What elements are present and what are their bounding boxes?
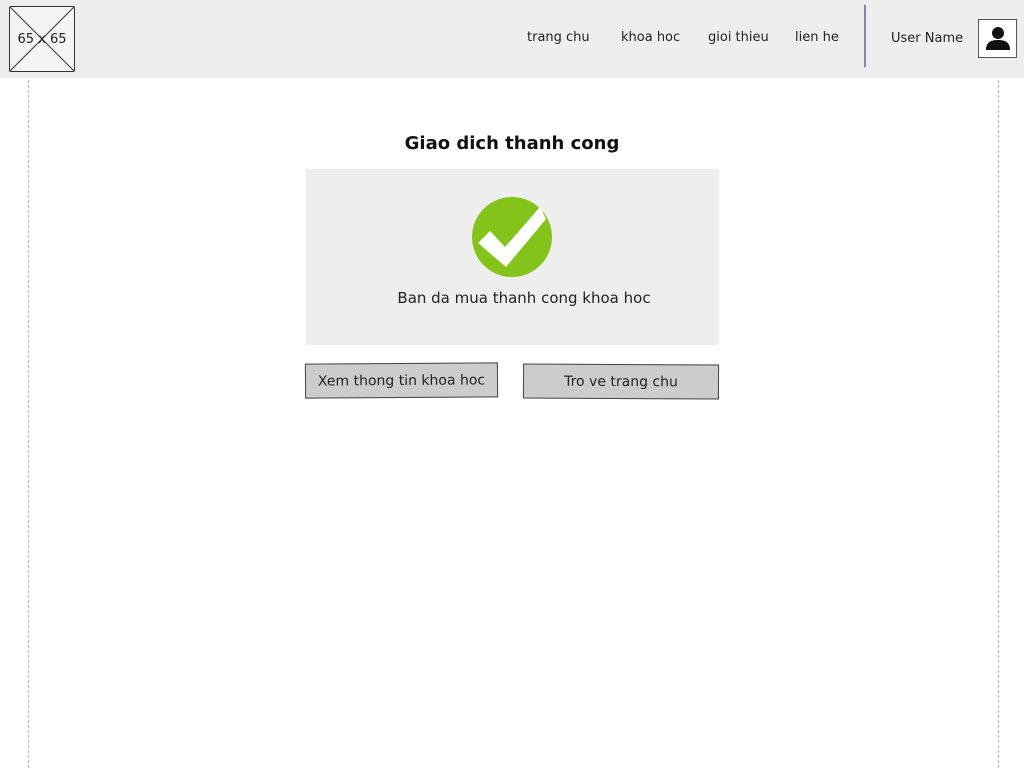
logo-label: 65 x 65 bbox=[17, 31, 67, 47]
nav-link-khoa-hoc[interactable]: khoa hoc bbox=[621, 30, 680, 45]
avatar[interactable] bbox=[978, 19, 1017, 58]
header-divider bbox=[864, 5, 866, 67]
page-title: Giao dich thanh cong bbox=[404, 133, 620, 154]
check-circle-icon bbox=[472, 197, 552, 277]
nav-link-trang-chu[interactable]: trang chu bbox=[527, 30, 590, 45]
back-home-button[interactable]: Tro ve trang chu bbox=[522, 363, 720, 400]
success-panel: Ban da mua thanh cong khoa hoc bbox=[306, 169, 719, 345]
user-name[interactable]: User Name bbox=[891, 31, 963, 46]
logo-placeholder[interactable]: 65 x 65 bbox=[9, 6, 75, 72]
layout-guide-left bbox=[28, 80, 29, 768]
layout-guide-right bbox=[998, 80, 999, 768]
view-course-button[interactable]: Xem thong tin khoa hoc bbox=[304, 362, 499, 399]
nav-link-lien-he[interactable]: lien he bbox=[795, 30, 839, 45]
nav-link-gioi-thieu[interactable]: gioi thieu bbox=[708, 30, 769, 45]
success-message: Ban da mua thanh cong khoa hoc bbox=[397, 289, 651, 307]
page: 65 x 65 trang chu khoa hoc gioi thieu li… bbox=[0, 0, 1024, 768]
user-icon bbox=[986, 27, 1010, 50]
header-bar: 65 x 65 trang chu khoa hoc gioi thieu li… bbox=[0, 0, 1024, 78]
